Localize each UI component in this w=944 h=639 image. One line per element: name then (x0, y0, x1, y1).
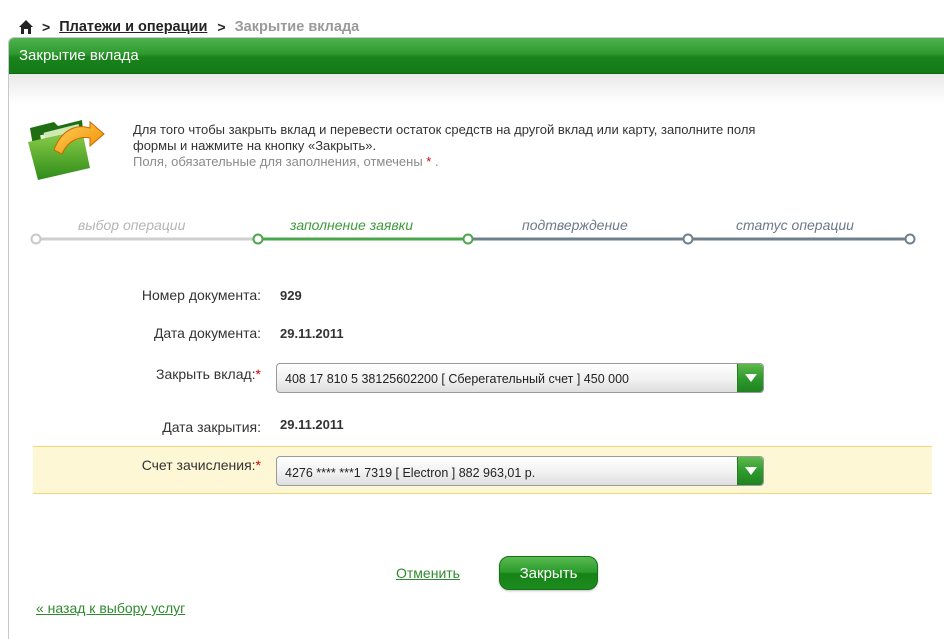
credit-account-label: Счет зачисления:* (142, 457, 261, 473)
step-node-1 (30, 233, 42, 245)
breadcrumb-current: Закрытие вклада (234, 19, 360, 35)
breadcrumb-separator: > (217, 19, 226, 35)
close-date-label: Дата закрытия: (162, 419, 261, 435)
step-node-2 (252, 233, 264, 245)
info-line-2: формы и нажмите на кнопку «Закрыть». (133, 138, 377, 153)
doc-date-value: 29.11.2011 (280, 326, 344, 341)
breadcrumb: > Платежи и операции > Закрытие вклада (18, 17, 359, 37)
breadcrumb-link-payments[interactable]: Платежи и операции (59, 19, 207, 35)
step-node-4 (682, 233, 694, 245)
step-node-5 (904, 233, 916, 245)
close-deposit-label: Закрыть вклад:* (156, 366, 261, 382)
folder-transfer-icon (24, 114, 112, 184)
progress-track (30, 233, 916, 245)
required-note-text: Поля, обязательные для заполнения, отмеч… (133, 154, 423, 169)
cancel-link[interactable]: Отменить (396, 565, 460, 581)
required-star: * (426, 154, 432, 169)
doc-number-value: 929 (280, 288, 302, 303)
info-line-1: Для того чтобы закрыть вклад и перевести… (133, 122, 756, 137)
back-to-services-link[interactable]: « назад к выбору услуг (36, 600, 185, 616)
close-deposit-label-text: Закрыть вклад: (156, 366, 256, 382)
header-shadow (9, 74, 944, 104)
dropdown-button[interactable] (737, 457, 763, 485)
breadcrumb-separator: > (42, 19, 51, 35)
progress-steps: выбор операции заполнение заявки подтвер… (30, 213, 920, 253)
required-note: Поля, обязательные для заполнения, отмеч… (133, 154, 913, 170)
close-deposit-select[interactable]: 408 17 810 5 38125602200 [ Сберегательны… (276, 363, 764, 393)
doc-date-label: Дата документа: (153, 325, 261, 341)
required-star: * (255, 457, 261, 473)
credit-account-label-text: Счет зачисления: (141, 457, 256, 473)
doc-number-label: Номер документа: (141, 287, 261, 303)
info-text: Для того чтобы закрыть вклад и перевести… (133, 122, 913, 170)
panel-header: Закрытие вклада (9, 38, 944, 104)
close-button[interactable]: Закрыть (499, 556, 598, 590)
credit-account-select[interactable]: 4276 **** ***1 7319 [ Electron ] 882 963… (276, 456, 764, 486)
credit-account-selected: 4276 **** ***1 7319 [ Electron ] 882 963… (285, 466, 536, 480)
required-star: * (255, 366, 261, 382)
step-node-3 (462, 233, 474, 245)
home-icon[interactable] (18, 19, 34, 35)
close-deposit-selected: 408 17 810 5 38125602200 [ Сберегательны… (285, 372, 629, 386)
required-note-end: . (434, 154, 439, 169)
dropdown-button[interactable] (737, 364, 763, 392)
chevron-down-icon (745, 467, 757, 475)
panel-title: Закрытие вклада (19, 47, 139, 64)
chevron-down-icon (745, 374, 757, 382)
close-date-value: 29.11.2011 (280, 417, 344, 432)
